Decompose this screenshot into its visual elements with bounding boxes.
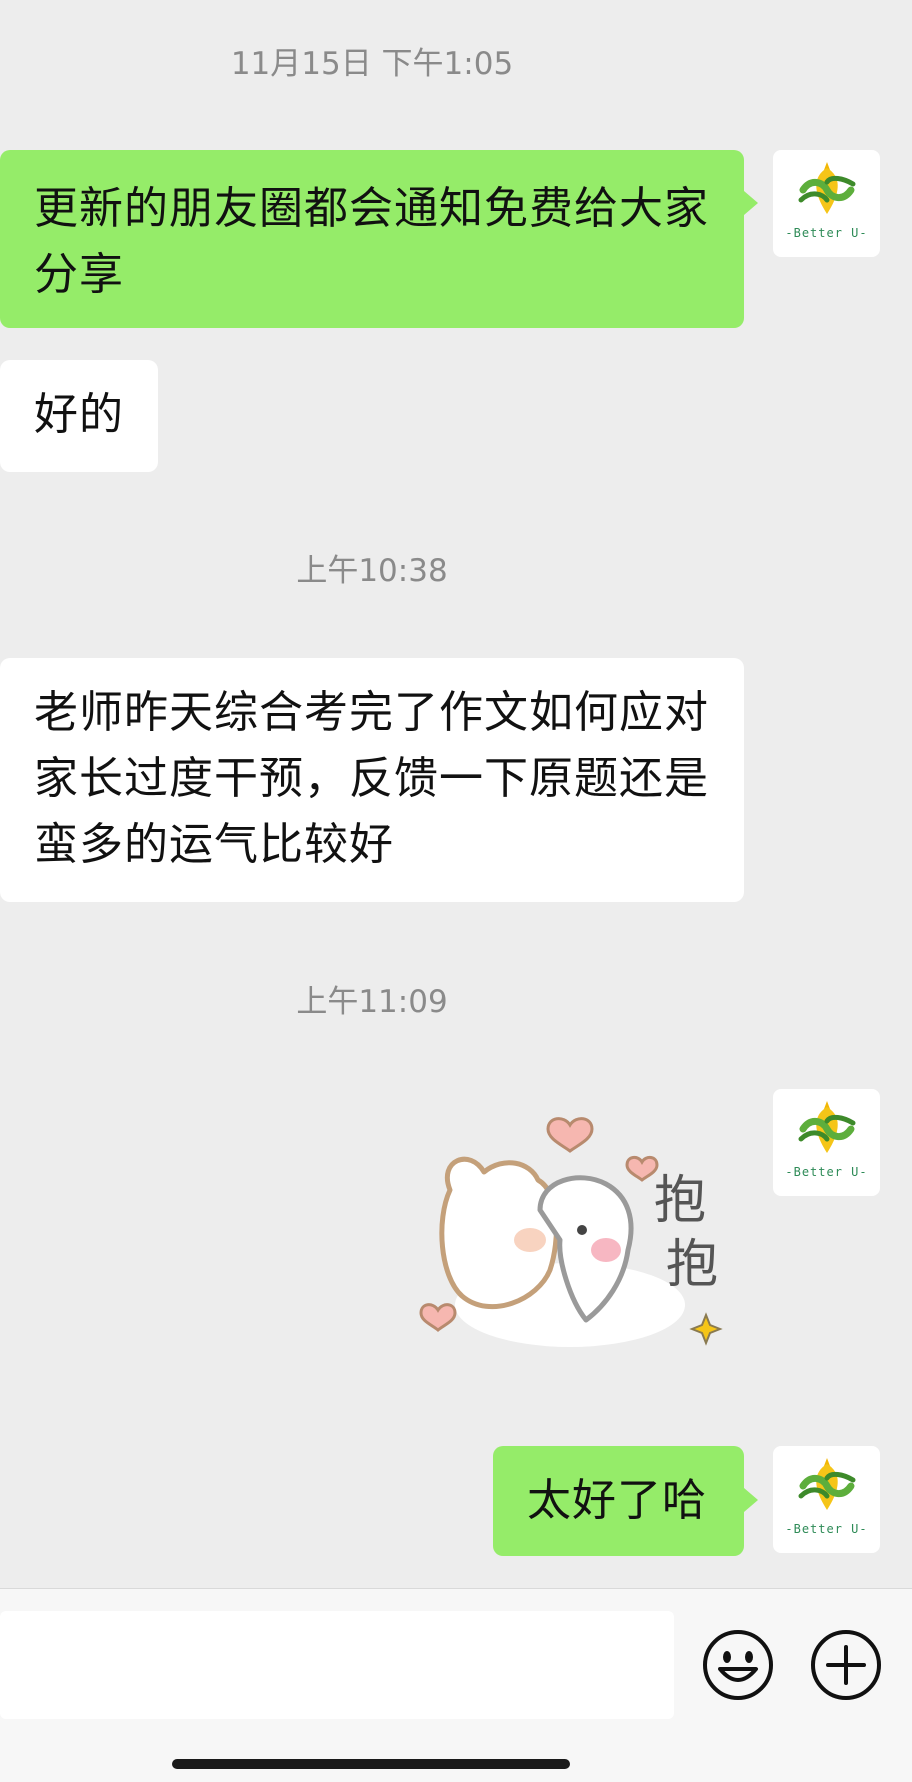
plus-icon [811, 1630, 881, 1700]
emoji-button[interactable] [702, 1629, 774, 1701]
avatar-caption: -Better U- [785, 226, 868, 240]
message-bubble-incoming[interactable]: 好的 [0, 360, 158, 472]
home-indicator[interactable] [172, 1759, 570, 1769]
leaf-logo-icon [798, 162, 856, 214]
message-line: 好的 [34, 389, 124, 440]
message-line: 家长过度干预，反馈一下原题还是 [34, 753, 709, 804]
heart-icon [546, 1117, 594, 1153]
heart-icon [625, 1156, 659, 1182]
avatar[interactable]: -Better U- [773, 1446, 880, 1553]
message-line: 更新的朋友圈都会通知免费给大家 [34, 183, 709, 234]
timestamp: 11月15日 下午1:05 [230, 46, 514, 82]
sparkle-icon [689, 1312, 723, 1346]
message-line: 分享 [34, 249, 124, 300]
message-line: 太好了哈 [527, 1475, 707, 1526]
message-bubble-outgoing[interactable]: 太好了哈 [493, 1446, 744, 1556]
avatar-caption: -Better U- [785, 1165, 868, 1179]
emoji-icon [703, 1630, 773, 1700]
timestamp: 上午11:09 [296, 984, 448, 1020]
avatar-caption: -Better U- [785, 1522, 868, 1536]
input-bar [0, 1588, 912, 1782]
leaf-logo-icon [798, 1101, 856, 1153]
message-bubble-outgoing[interactable]: 更新的朋友圈都会通知免费给大家 分享 [0, 150, 744, 328]
message-line: 老师昨天综合考完了作文如何应对 [34, 687, 709, 738]
bubble-tail [744, 191, 758, 215]
avatar[interactable]: -Better U- [773, 1089, 880, 1196]
leaf-logo-icon [798, 1458, 856, 1510]
chat-area[interactable]: 11月15日 下午1:05 更新的朋友圈都会通知免费给大家 分享 -Better… [0, 0, 912, 1588]
timestamp: 上午10:38 [296, 553, 448, 589]
sticker-hug[interactable]: 抱 抱 [410, 1100, 770, 1370]
avatar[interactable]: -Better U- [773, 150, 880, 257]
plus-button[interactable] [810, 1629, 882, 1701]
bubble-tail [744, 1488, 758, 1512]
message-input[interactable] [0, 1611, 674, 1719]
message-bubble-incoming[interactable]: 老师昨天综合考完了作文如何应对 家长过度干预，反馈一下原题还是 蛮多的运气比较好 [0, 658, 744, 902]
sticker-text: 抱 [654, 1171, 706, 1231]
heart-icon [419, 1303, 457, 1332]
sticker-text: 抱 [666, 1235, 718, 1295]
message-line: 蛮多的运气比较好 [34, 819, 394, 870]
